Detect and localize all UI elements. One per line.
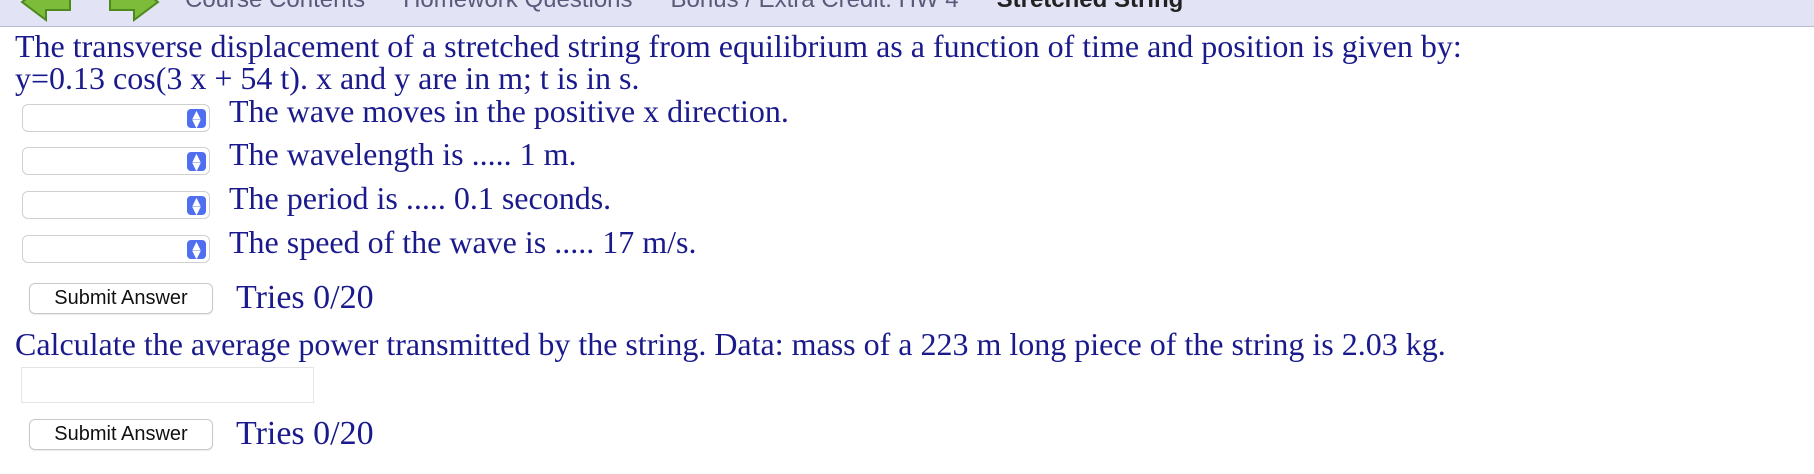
select-arrows-icon: ▲ ▼ (187, 109, 206, 129)
select-arrows-icon: ▲ ▼ (187, 196, 206, 216)
select-arrows-icon: ▲ ▼ (187, 152, 206, 172)
statement-label: The speed of the wave is ..... 17 m/s. (229, 224, 697, 260)
tries-counter: Tries 0/20 (236, 415, 374, 452)
statement-label: The wavelength is ..... 1 m. (229, 136, 577, 172)
back-arrow-icon[interactable] (20, 0, 72, 22)
submit-answer-button[interactable]: Submit Answer (29, 419, 213, 450)
forward-arrow-icon[interactable] (108, 0, 160, 22)
navigation-bar: Course Contents Homework Questions Bonus /… (0, 0, 1814, 27)
statement-label: The wave moves in the positive x directi… (229, 93, 789, 129)
breadcrumb: Course Contents Homework Questions Bonus /… (185, 0, 1183, 14)
statement-select[interactable]: ▲ ▼ (22, 191, 210, 219)
statement-label: The period is ..... 0.1 seconds. (229, 180, 612, 216)
breadcrumb-course-contents[interactable]: Course Contents (185, 0, 365, 13)
select-arrows-icon: ▲ ▼ (187, 240, 206, 260)
tries-counter: Tries 0/20 (236, 279, 374, 316)
breadcrumb-bonus[interactable]: Bonus / Extra Credit: HW 4 (671, 0, 959, 13)
statement-select[interactable]: ▲ ▼ (22, 147, 210, 175)
question-text: Calculate the average power transmitted … (15, 326, 1446, 362)
power-answer-input[interactable] (21, 367, 314, 403)
statement-select[interactable]: ▲ ▼ (22, 104, 210, 132)
breadcrumb-homework-questions[interactable]: Homework Questions (403, 0, 632, 13)
problem-text-line1: The transverse displacement of a stretch… (15, 28, 1462, 64)
breadcrumb-current-page: Stretched String (997, 0, 1184, 13)
submit-answer-button[interactable]: Submit Answer (29, 283, 213, 314)
problem-text-line2: y=0.13 cos(3 x + 54 t). x and y are in m… (15, 60, 640, 96)
statement-select[interactable]: ▲ ▼ (22, 235, 210, 263)
